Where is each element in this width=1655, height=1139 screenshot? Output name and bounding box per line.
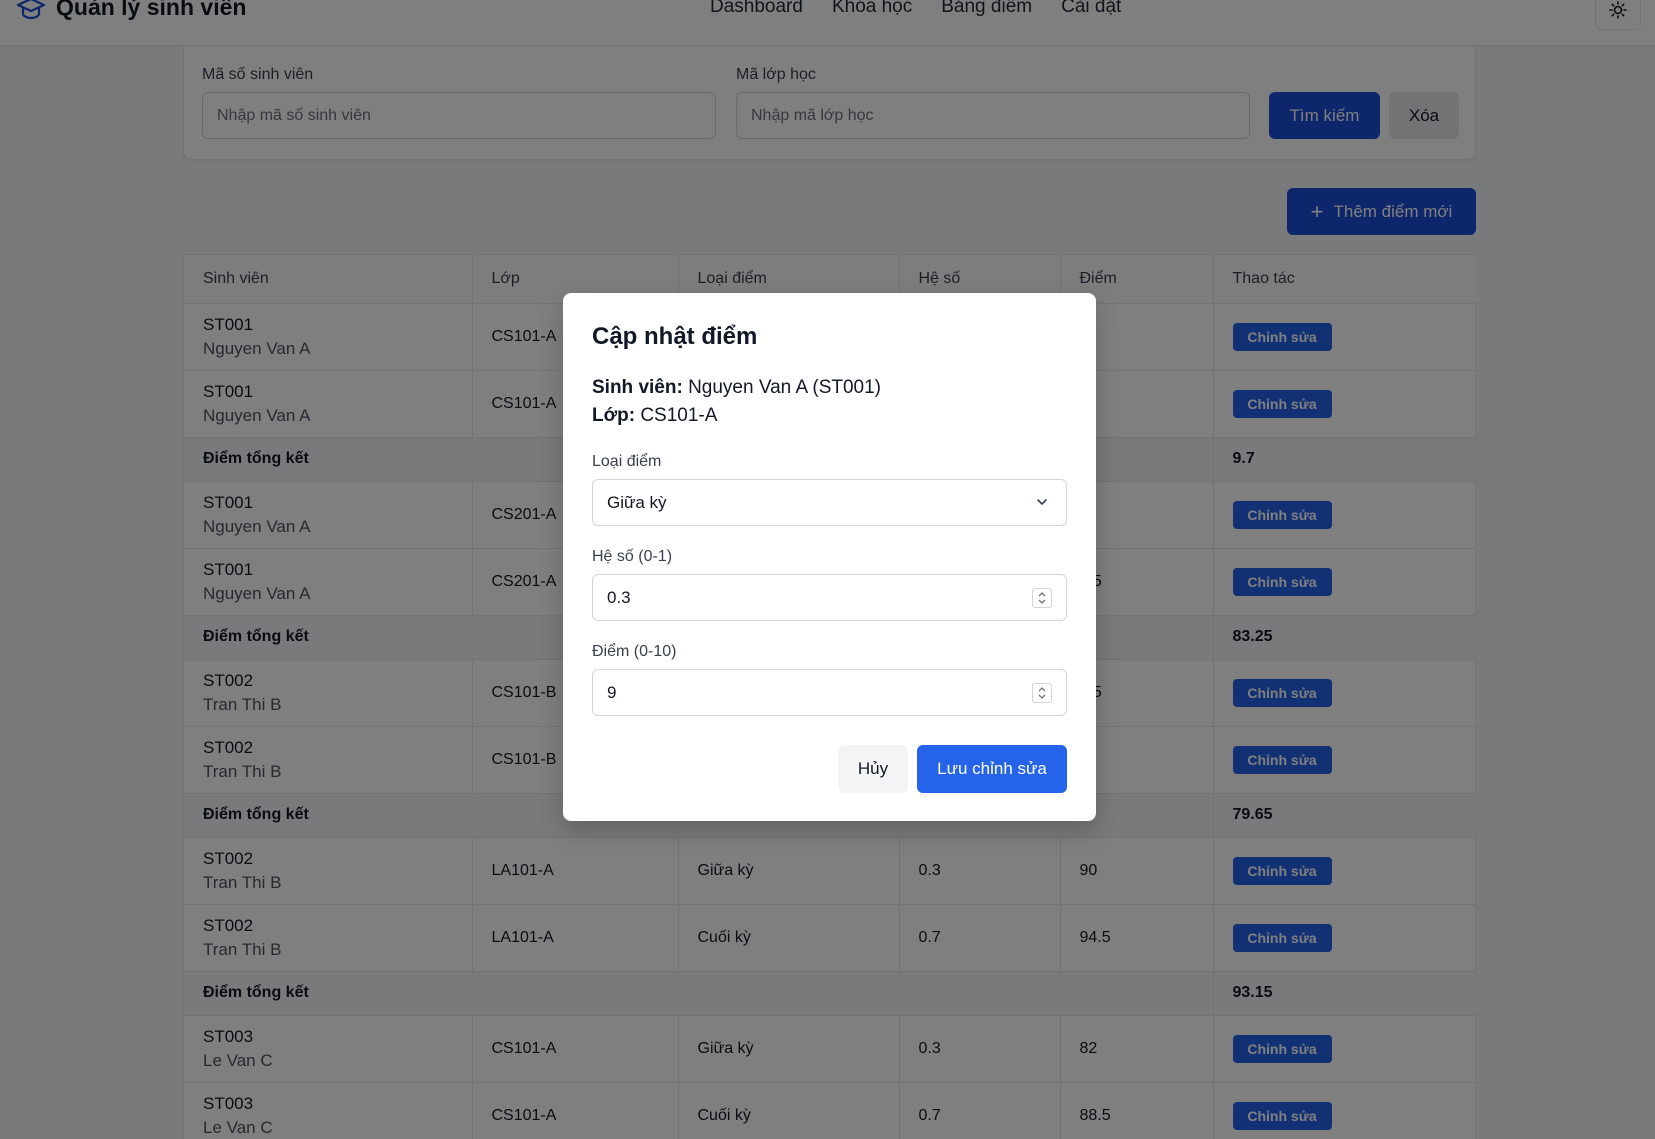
score-value: 9 — [607, 682, 617, 702]
update-grade-modal: Cập nhật điểm Sinh viên: Nguyen Van A (S… — [563, 293, 1096, 821]
score-label: Điểm (0-10) — [592, 643, 677, 660]
stepper-arrows-icon — [1038, 592, 1046, 604]
modal-student-info: Sinh viên: Nguyen Van A (ST001) — [592, 377, 881, 399]
score-input[interactable]: 9 — [592, 669, 1067, 716]
save-changes-button[interactable]: Lưu chỉnh sửa — [917, 745, 1067, 793]
modal-student-value: Nguyen Van A (ST001) — [688, 377, 882, 398]
stepper-arrows-icon — [1038, 687, 1046, 699]
modal-class-label: Lớp: — [592, 405, 636, 426]
coefficient-label: Hệ số (0-1) — [592, 548, 673, 565]
modal-class-value: CS101-A — [640, 405, 718, 426]
modal-title: Cập nhật điểm — [592, 323, 758, 350]
grade-type-label: Loại điểm — [592, 453, 662, 470]
coefficient-stepper[interactable] — [1032, 588, 1052, 608]
score-stepper[interactable] — [1032, 683, 1052, 703]
coefficient-input[interactable]: 0.3 — [592, 574, 1067, 621]
modal-student-label: Sinh viên: — [592, 377, 683, 398]
grade-type-value: Giữa kỳ — [607, 492, 667, 512]
grade-type-select[interactable]: Giữa kỳ — [592, 479, 1067, 526]
coefficient-value: 0.3 — [607, 587, 631, 607]
cancel-button[interactable]: Hủy — [838, 745, 908, 793]
chevron-down-icon — [1034, 494, 1050, 515]
modal-class-info: Lớp: CS101-A — [592, 405, 717, 427]
